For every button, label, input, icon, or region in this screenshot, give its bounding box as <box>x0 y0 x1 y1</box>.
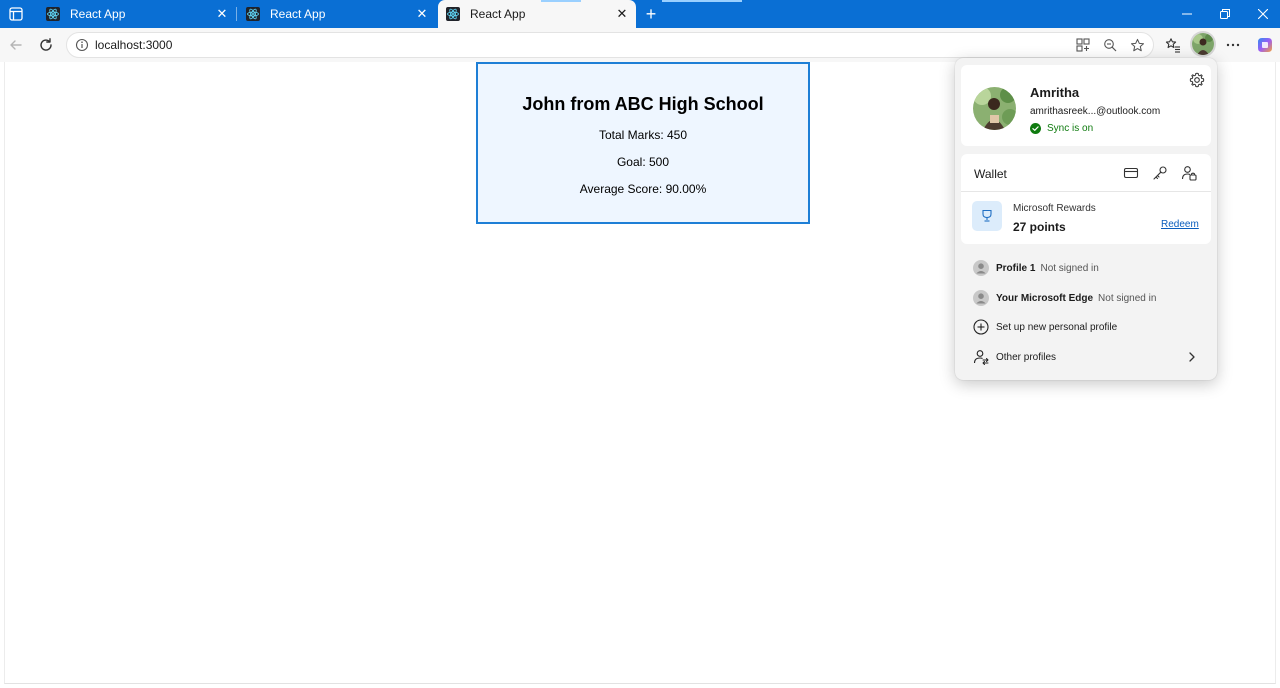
student-card: John from ABC High School Total Marks: 4… <box>476 62 810 224</box>
profile-card: Amritha amrithasreek...@outlook.com Sync… <box>961 65 1211 146</box>
browser-toolbar: localhost:3000 <box>0 28 1280 62</box>
tab-separator <box>236 7 237 21</box>
profile-avatar-button[interactable] <box>1192 33 1214 55</box>
profile-status: Not signed in <box>1040 262 1099 274</box>
sync-check-icon <box>1030 123 1041 134</box>
profile-item-profile-1[interactable]: Profile 1 Not signed in <box>973 258 1099 278</box>
rewards-trophy-icon <box>972 201 1002 231</box>
minimize-icon[interactable] <box>1167 0 1207 28</box>
react-favicon-icon <box>46 7 60 21</box>
wallet-divider <box>961 191 1211 192</box>
site-info-icon[interactable] <box>75 38 89 52</box>
payment-card-icon[interactable] <box>1123 165 1139 181</box>
favorites-icon[interactable] <box>1162 34 1184 56</box>
profile-email: amrithasreek...@outlook.com <box>1030 106 1161 117</box>
total-marks-text: Total Marks: 450 <box>598 128 688 142</box>
setup-new-profile-item[interactable]: Set up new personal profile <box>973 317 1117 337</box>
title-bar: React App ✕ React App ✕ React App ✕ + <box>0 0 1280 28</box>
sync-status: Sync is on <box>1030 123 1093 134</box>
rewards-points: 27 points <box>1013 220 1066 234</box>
zoom-out-icon[interactable] <box>1102 37 1118 53</box>
restore-icon[interactable] <box>1205 0 1245 28</box>
react-favicon-icon <box>246 7 260 21</box>
average-score-text: Average Score: 90.00% <box>579 182 707 196</box>
other-profiles-item[interactable]: Other profiles <box>973 347 1056 367</box>
refresh-icon[interactable] <box>35 34 57 56</box>
profile-settings-gear-icon[interactable] <box>1189 72 1205 88</box>
profile-status: Not signed in <box>1098 292 1157 304</box>
close-tab-icon[interactable]: ✕ <box>414 6 430 22</box>
close-tab-icon[interactable]: ✕ <box>214 6 230 22</box>
other-profiles-label: Other profiles <box>996 351 1057 363</box>
profile-flyout: Amritha amrithasreek...@outlook.com Sync… <box>955 58 1217 380</box>
tab-title: React App <box>470 7 526 21</box>
add-circle-icon <box>973 319 989 335</box>
wallet-title[interactable]: Wallet <box>974 167 1007 181</box>
tab-title: React App <box>70 7 126 21</box>
sync-status-text: Sync is on <box>1047 123 1094 134</box>
tab-loading-indicator <box>541 0 581 2</box>
address-bar[interactable]: localhost:3000 <box>66 32 1154 58</box>
app-available-icon[interactable] <box>1075 37 1091 53</box>
personal-info-icon[interactable] <box>1181 165 1197 181</box>
tab-actions-icon[interactable] <box>8 6 24 22</box>
close-window-icon[interactable] <box>1243 0 1280 28</box>
profile-person-icon <box>973 290 989 306</box>
rewards-label: Microsoft Rewards <box>1013 203 1096 214</box>
switch-profile-icon <box>973 350 989 365</box>
tab-3-active[interactable]: React App ✕ <box>438 0 636 28</box>
profile-item-your-microsoft-edge[interactable]: Your Microsoft Edge Not signed in <box>973 288 1156 308</box>
chevron-right-icon[interactable] <box>1186 351 1198 363</box>
url-text[interactable]: localhost:3000 <box>95 38 172 52</box>
more-options-icon[interactable] <box>1222 34 1244 56</box>
redeem-link[interactable]: Redeem <box>1161 219 1199 230</box>
close-tab-icon[interactable]: ✕ <box>614 6 630 22</box>
profile-name: Your Microsoft Edge <box>996 292 1094 304</box>
favorite-star-icon[interactable] <box>1129 37 1145 53</box>
profile-person-icon <box>973 260 989 276</box>
new-tab-icon[interactable]: + <box>642 5 660 23</box>
setup-new-profile-label: Set up new personal profile <box>996 321 1118 333</box>
tab-title: React App <box>270 7 326 21</box>
react-favicon-icon <box>446 7 460 21</box>
student-heading: John from ABC High School <box>522 94 764 114</box>
tab-2[interactable]: React App ✕ <box>238 0 436 28</box>
back-icon[interactable] <box>5 34 27 56</box>
profile-name: Profile 1 <box>996 262 1036 274</box>
copilot-icon[interactable] <box>1254 34 1276 56</box>
profile-avatar <box>973 87 1016 130</box>
tab-1[interactable]: React App ✕ <box>38 0 236 28</box>
password-key-icon[interactable] <box>1152 165 1168 181</box>
profile-name: Amritha <box>1030 85 1080 100</box>
wallet-card: Wallet Microsoft Rewards 27 points Redee… <box>961 154 1211 244</box>
tab-loading-indicator <box>662 0 742 2</box>
goal-text: Goal: 500 <box>616 155 670 169</box>
